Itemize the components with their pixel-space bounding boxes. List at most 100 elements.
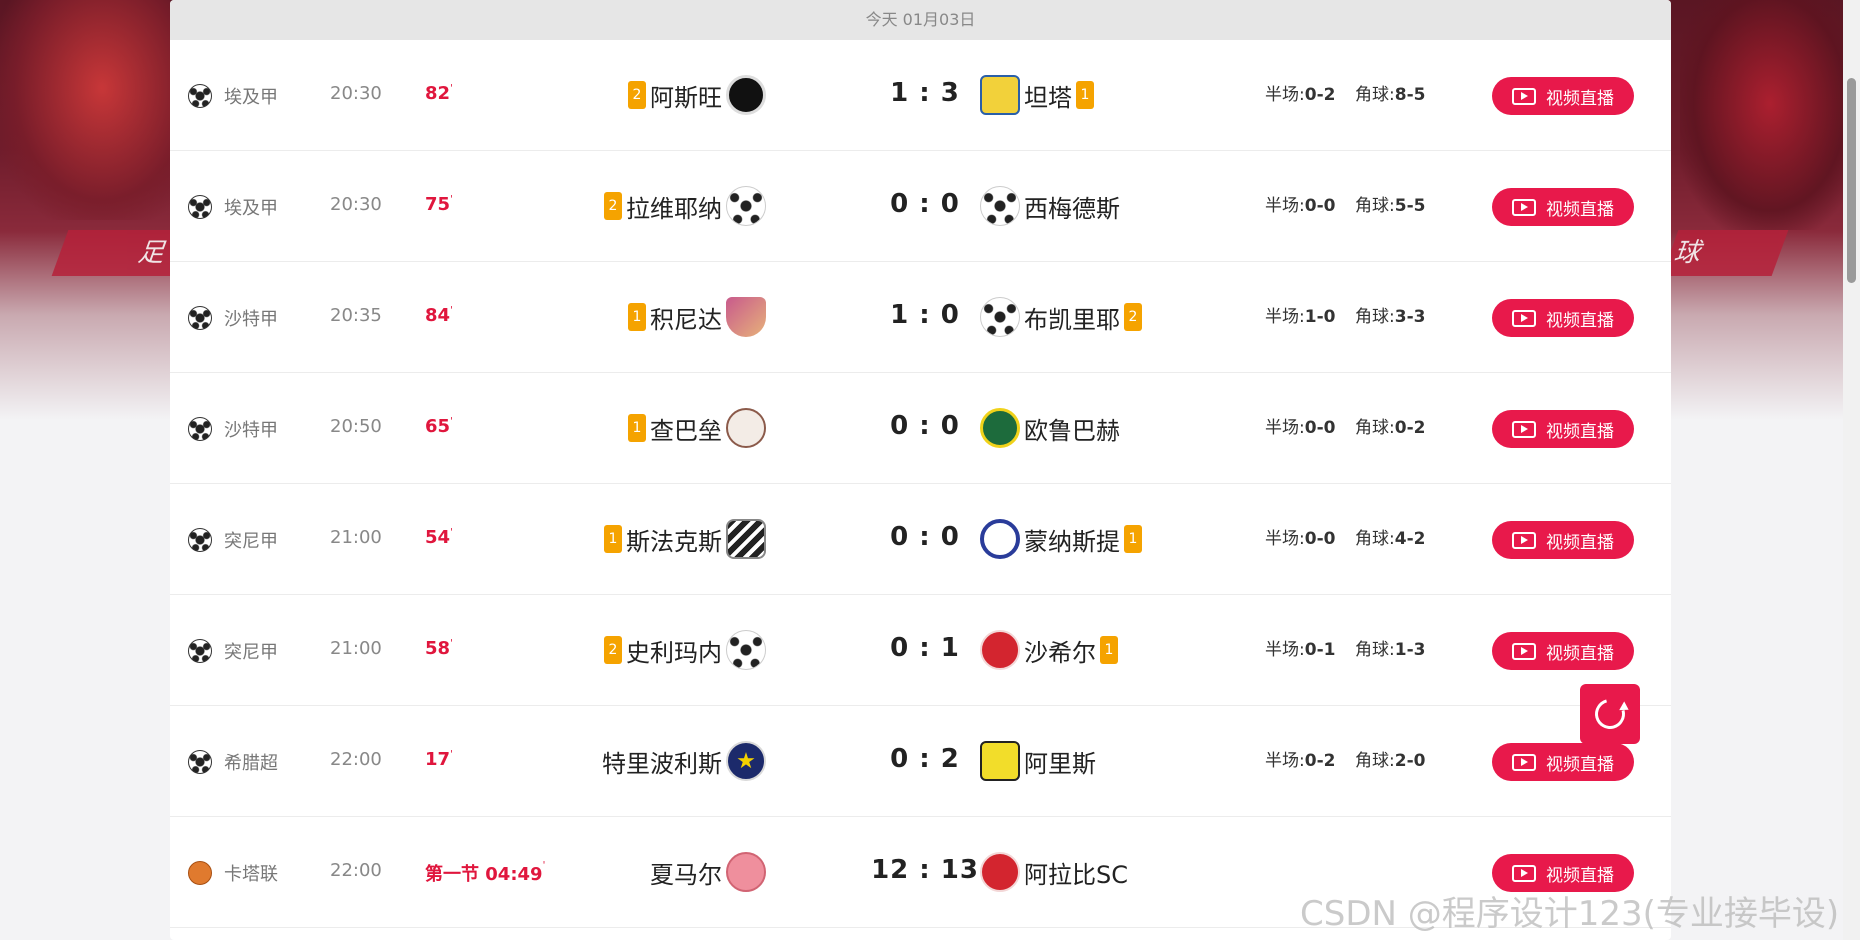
minute-tick: ' [450, 83, 453, 94]
half-time-score: 半场:1-0 [1265, 302, 1335, 327]
play-video-icon [1512, 420, 1536, 438]
league-name[interactable]: 希腊超 [224, 749, 278, 775]
home-team[interactable]: 夏马尔 [650, 845, 766, 899]
away-team[interactable]: 阿里斯 [980, 734, 1096, 788]
score: 0 : 0 [890, 411, 960, 441]
minute-tick: ' [450, 527, 453, 538]
corner-label: 角球: [1355, 418, 1395, 438]
date-header: 今天 01月03日 [170, 0, 1671, 40]
play-video-icon [1512, 198, 1536, 216]
home-team-logo-icon [726, 519, 766, 559]
home-rank-badge: 2 [604, 192, 622, 220]
corner-count: 角球:2-0 [1355, 746, 1425, 771]
home-team[interactable]: 2 拉维耶纳 [604, 179, 766, 233]
play-video-icon [1512, 753, 1536, 771]
score: 0 : 0 [890, 522, 960, 552]
home-team[interactable]: 1 斯法克斯 [604, 512, 766, 566]
league-name[interactable]: 沙特甲 [224, 416, 278, 442]
league-name[interactable]: 卡塔联 [224, 860, 278, 886]
league-name[interactable]: 埃及甲 [224, 83, 278, 109]
minute-tick: ' [542, 860, 546, 871]
match-list-panel: 今天 01月03日 埃及甲 20:30 82' 2 阿斯旺 1 : 3 坦塔 1… [170, 0, 1671, 940]
live-stream-button[interactable]: 视频直播 [1492, 743, 1634, 781]
away-team-logo-icon [980, 297, 1020, 337]
live-stream-button[interactable]: 视频直播 [1492, 299, 1634, 337]
home-team[interactable]: 2 阿斯旺 [628, 68, 766, 122]
away-rank-badge: 1 [1100, 636, 1118, 664]
away-team-logo-icon [980, 741, 1020, 781]
match-minute-value: 58 [425, 638, 451, 659]
live-stream-button[interactable]: 视频直播 [1492, 410, 1634, 448]
scrollbar-thumb[interactable] [1847, 78, 1856, 283]
home-team-logo-icon [726, 186, 766, 226]
scrollbar[interactable] [1843, 0, 1860, 940]
away-team[interactable]: 沙希尔 1 [980, 623, 1118, 677]
live-stream-button[interactable]: 视频直播 [1492, 77, 1634, 115]
match-row[interactable]: 沙特甲 20:35 84' 1 积尼达 1 : 0 布凯里耶 2 半场:1-0 … [170, 262, 1671, 373]
match-row[interactable]: 埃及甲 20:30 75' 2 拉维耶纳 0 : 0 西梅德斯 半场:0-0 角… [170, 151, 1671, 262]
away-team[interactable]: 蒙纳斯提 1 [980, 512, 1142, 566]
half-time-value: 0-0 [1304, 529, 1336, 549]
away-team[interactable]: 欧鲁巴赫 [980, 401, 1120, 455]
home-team-logo-icon [726, 852, 766, 892]
play-video-icon [1512, 531, 1536, 549]
refresh-icon [1589, 693, 1631, 735]
background-player-right [1680, 0, 1860, 230]
league-name[interactable]: 突尼甲 [224, 638, 278, 664]
corner-count: 角球:1-3 [1355, 635, 1425, 660]
live-stream-button[interactable]: 视频直播 [1492, 521, 1634, 559]
away-team-name: 布凯里耶 [1024, 305, 1120, 334]
soccer-icon [188, 84, 212, 108]
league-name[interactable]: 突尼甲 [224, 527, 278, 553]
live-stream-button[interactable]: 视频直播 [1492, 632, 1634, 670]
away-team[interactable]: 西梅德斯 [980, 179, 1120, 233]
refresh-button[interactable] [1580, 684, 1640, 744]
minute-tick: ' [450, 305, 453, 316]
match-row[interactable]: 埃及甲 20:30 82' 2 阿斯旺 1 : 3 坦塔 1 半场:0-2 角球… [170, 40, 1671, 151]
background-ribbon-left: 足 [51, 230, 189, 276]
half-time-label: 半场: [1265, 751, 1305, 771]
half-time-score: 半场:0-0 [1265, 191, 1335, 216]
away-team-logo-icon [980, 408, 1020, 448]
away-team-name: 阿拉比SC [1024, 860, 1128, 889]
half-time-label: 半场: [1265, 196, 1305, 216]
minute-tick: ' [450, 194, 453, 205]
half-time-score: 半场:0-0 [1265, 524, 1335, 549]
half-time-score: 半场:0-1 [1265, 635, 1335, 660]
corner-count: 角球:8-5 [1355, 80, 1425, 105]
home-team[interactable]: 2 史利玛内 [604, 623, 766, 677]
league-name[interactable]: 埃及甲 [224, 194, 278, 220]
corner-value: 0-2 [1394, 418, 1426, 438]
half-time-score: 半场:0-0 [1265, 413, 1335, 438]
home-team-name: 拉维耶纳 [626, 194, 722, 223]
minute-tick: ' [450, 416, 453, 427]
match-minute: 82' [425, 83, 453, 104]
home-team[interactable]: 1 积尼达 [628, 290, 766, 344]
live-stream-button[interactable]: 视频直播 [1492, 188, 1634, 226]
score: 1 : 0 [890, 300, 960, 330]
match-row[interactable]: 突尼甲 21:00 58' 2 史利玛内 0 : 1 沙希尔 1 半场:0-1 … [170, 595, 1671, 706]
half-time-value: 1-0 [1304, 307, 1336, 327]
match-row[interactable]: 突尼甲 21:00 54' 1 斯法克斯 0 : 0 蒙纳斯提 1 半场:0-0… [170, 484, 1671, 595]
half-time-label: 半场: [1265, 418, 1305, 438]
match-minute: 65' [425, 416, 453, 437]
kickoff-time: 21:00 [330, 638, 382, 659]
league-name[interactable]: 沙特甲 [224, 305, 278, 331]
home-team-logo-icon [726, 75, 766, 115]
home-team[interactable]: 1 查巴垒 [628, 401, 766, 455]
home-team-name: 夏马尔 [650, 860, 722, 889]
match-minute-value: 17 [425, 749, 451, 770]
away-team[interactable]: 坦塔 1 [980, 68, 1094, 122]
away-team[interactable]: 阿拉比SC [980, 845, 1128, 899]
match-row[interactable]: 希腊超 22:00 17' 特里波利斯 ★ 0 : 2 阿里斯 半场:0-2 角… [170, 706, 1671, 817]
half-time-label: 半场: [1265, 529, 1305, 549]
home-team-logo-icon [726, 630, 766, 670]
match-row[interactable]: 沙特甲 20:50 65' 1 查巴垒 0 : 0 欧鲁巴赫 半场:0-0 角球… [170, 373, 1671, 484]
home-team[interactable]: 特里波利斯 ★ [602, 734, 766, 788]
home-team-name: 特里波利斯 [602, 749, 722, 778]
match-minute: 75' [425, 194, 453, 215]
corner-label: 角球: [1355, 640, 1395, 660]
corner-count: 角球:4-2 [1355, 524, 1425, 549]
away-team[interactable]: 布凯里耶 2 [980, 290, 1142, 344]
live-stream-label: 视频直播 [1546, 88, 1614, 109]
